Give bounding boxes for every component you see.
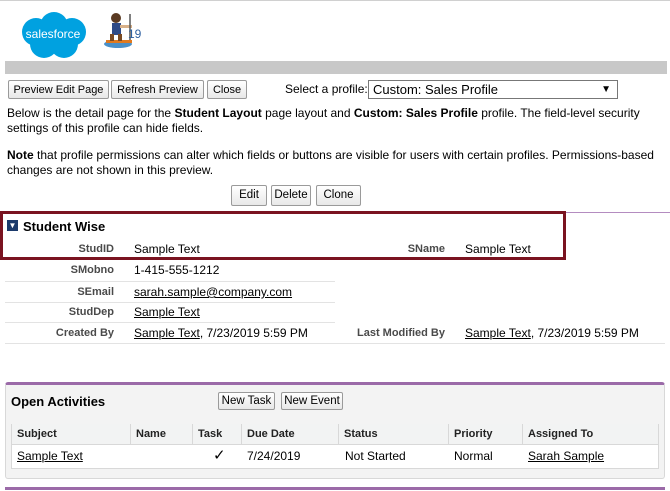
delete-button[interactable]: Delete [271, 185, 311, 206]
row-divider [5, 302, 335, 303]
profile-select-label: Select a profile: [285, 82, 368, 96]
task-checkmark-icon: ✓ [213, 447, 226, 464]
preview-edit-page-button[interactable]: Preview Edit Page [8, 80, 109, 99]
layout-name: Student Layout [174, 106, 262, 120]
profile-name: Custom: Sales Profile [353, 106, 478, 120]
header-bar [5, 61, 667, 74]
semail-link[interactable]: sarah.sample@company.com [134, 285, 292, 299]
studid-label: StudID [78, 243, 114, 255]
close-button[interactable]: Close [207, 80, 247, 99]
smobno-label: SMobno [70, 264, 114, 276]
clone-button[interactable]: Clone [316, 185, 361, 206]
created-by-user-link[interactable]: Sample Text [134, 326, 200, 340]
column-header-subject[interactable]: Subject [12, 424, 131, 445]
sname-value: Sample Text [465, 242, 531, 256]
row-divider [5, 322, 335, 323]
column-header-due-date[interactable]: Due Date [242, 424, 339, 445]
created-by-label: Created By [55, 327, 114, 339]
semail-label: SEmail [77, 286, 114, 298]
note-paragraph: Note that profile permissions can alter … [7, 148, 665, 178]
studid-value: Sample Text [134, 242, 200, 256]
intro-text-2: page layout and [261, 106, 354, 120]
new-task-button[interactable]: New Task [218, 392, 275, 410]
last-modified-value: Sample Text, 7/23/2019 5:59 PM [465, 326, 639, 340]
open-activities-title: Open Activities [11, 394, 106, 409]
studdep-link[interactable]: Sample Text [134, 305, 200, 319]
activity-status: Not Started [345, 449, 406, 463]
sname-label: SName [407, 243, 445, 255]
smobno-value: 1-415-555-1212 [134, 263, 220, 277]
last-modified-date: , 7/23/2019 5:59 PM [530, 326, 639, 340]
column-header-status[interactable]: Status [339, 424, 449, 445]
logo-text: salesforce [25, 27, 81, 41]
column-header-name[interactable]: Name [131, 424, 193, 445]
studdep-label: StudDep [68, 306, 114, 318]
note-text: that profile permissions can alter which… [7, 148, 654, 177]
activity-assigned-to-link[interactable]: Sarah Sample [528, 449, 604, 463]
edit-button[interactable]: Edit [231, 185, 267, 206]
activity-priority: Normal [454, 449, 493, 463]
top-border [0, 0, 670, 5]
created-by-value: Sample Text, 7/23/2019 5:59 PM [134, 326, 308, 340]
profile-select[interactable]: Custom: Sales Profile ▼ [368, 80, 618, 99]
activity-due-date: 7/24/2019 [247, 449, 301, 463]
intro-paragraph: Below is the detail page for the Student… [7, 106, 665, 136]
created-by-date: , 7/23/2019 5:59 PM [199, 326, 308, 340]
column-header-task[interactable]: Task [193, 424, 242, 445]
release-badge: 19 [128, 27, 142, 41]
new-event-button[interactable]: New Event [281, 392, 343, 410]
refresh-preview-button[interactable]: Refresh Preview [111, 80, 204, 99]
profile-select-value: Custom: Sales Profile [373, 82, 498, 97]
intro-text-1: Below is the detail page for the [7, 106, 175, 120]
last-modified-label: Last Modified By [356, 327, 445, 339]
column-header-priority[interactable]: Priority [449, 424, 523, 445]
chevron-down-icon: ▼ [601, 84, 611, 95]
row-divider [5, 281, 335, 282]
next-section-border [5, 487, 665, 490]
note-bold: Note [7, 148, 34, 162]
last-modified-user-link[interactable]: Sample Text [465, 326, 531, 340]
section-title: Student Wise [23, 219, 106, 234]
row-divider [5, 343, 665, 344]
column-header-assigned-to[interactable]: Assigned To [523, 424, 658, 445]
activity-subject-link[interactable]: Sample Text [17, 449, 83, 463]
collapse-triangle-icon[interactable]: ▼ [7, 220, 18, 231]
